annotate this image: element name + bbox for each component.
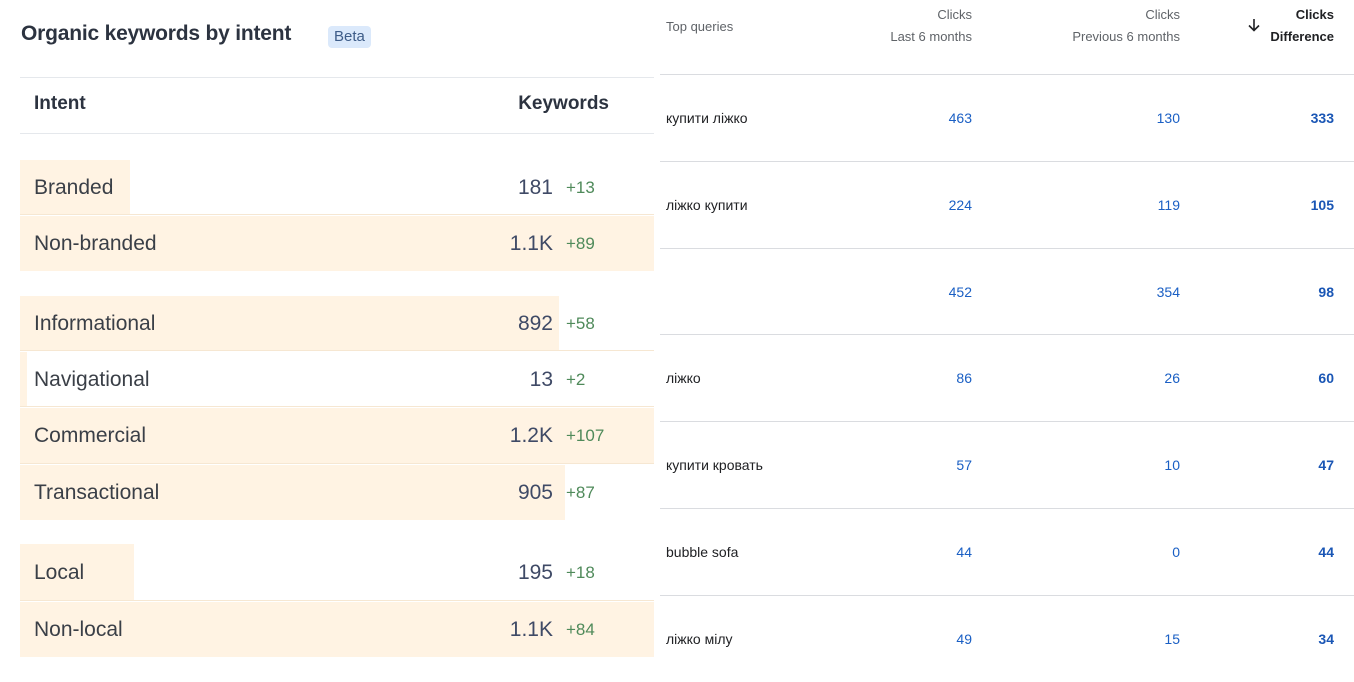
intent-label: Local [34, 560, 85, 584]
query-text[interactable]: ліжко мілу [666, 631, 733, 647]
clicks-difference: 47 [1318, 457, 1334, 473]
header-line: Clicks [937, 7, 972, 22]
query-text[interactable]: bubble sofa [666, 544, 738, 560]
row-divider [20, 600, 654, 601]
column-header-clicks-previous-6-months[interactable]: Clicks Previous 6 months [1072, 4, 1180, 48]
intent-label: Non-branded [34, 231, 157, 255]
header-line: Clicks [1145, 7, 1180, 22]
arrow-down-icon[interactable] [1247, 17, 1261, 33]
column-header-top-queries[interactable]: Top queries [666, 19, 733, 34]
keyword-count[interactable]: 892 [518, 312, 553, 336]
intent-row-transactional[interactable]: Transactional 905 +87 [20, 465, 654, 520]
table-row[interactable]: 452 354 98 [660, 249, 1354, 334]
divider [20, 77, 654, 78]
column-header-intent[interactable]: Intent [34, 93, 86, 115]
clicks-last-6-months: 463 [948, 110, 972, 126]
table-row[interactable]: купити кровать 57 10 47 [660, 422, 1354, 508]
keyword-delta: +18 [566, 562, 595, 582]
table-row[interactable]: bubble sofa 44 0 44 [660, 509, 1354, 595]
beta-badge: Beta [328, 26, 371, 48]
clicks-previous-6-months: 15 [1164, 631, 1180, 647]
clicks-previous-6-months: 354 [1156, 283, 1180, 300]
clicks-last-6-months: 86 [956, 370, 972, 386]
column-header-clicks-last-6-months[interactable]: Clicks Last 6 months [890, 4, 972, 48]
table-row[interactable]: ліжко мілу 49 15 34 [660, 596, 1354, 682]
keyword-delta: +2 [566, 369, 586, 389]
row-divider [20, 350, 654, 351]
intent-row-local[interactable]: Local 195 +18 [20, 544, 654, 601]
intent-row-informational[interactable]: Informational 892 +58 [20, 296, 654, 351]
clicks-difference: 333 [1310, 110, 1334, 126]
clicks-last-6-months: 49 [956, 631, 972, 647]
clicks-difference: 44 [1318, 544, 1334, 560]
query-text[interactable]: ліжко купити [666, 197, 748, 213]
clicks-last-6-months: 57 [956, 457, 972, 473]
row-divider [20, 463, 654, 464]
clicks-previous-6-months: 0 [1172, 544, 1180, 560]
intent-row-non-local[interactable]: Non-local 1.1K +84 [20, 602, 654, 657]
keyword-count[interactable]: 181 [518, 176, 553, 200]
clicks-difference: 34 [1318, 631, 1334, 647]
keyword-delta: +107 [566, 426, 605, 445]
row-divider [20, 406, 654, 407]
divider [20, 133, 654, 134]
column-header-keywords[interactable]: Keywords [518, 93, 609, 115]
intent-panel: Organic keywords by intent Beta Intent K… [0, 0, 660, 676]
intent-label: Transactional [34, 480, 160, 504]
keyword-count[interactable]: 1.1K [510, 232, 553, 256]
intent-row-branded[interactable]: Branded 181 +13 [20, 160, 654, 215]
clicks-last-6-months: 224 [948, 197, 972, 213]
clicks-difference: 98 [1318, 283, 1334, 300]
query-text[interactable]: купити ліжко [666, 110, 748, 126]
queries-table: Top queries Clicks Last 6 months Clicks … [660, 0, 1354, 676]
intent-label: Commercial [34, 424, 147, 447]
header-line: Clicks [1295, 7, 1334, 22]
column-header-clicks-difference[interactable]: Clicks Difference [1270, 4, 1334, 48]
intent-row-navigational[interactable]: Navigational 13 +2 [20, 352, 654, 407]
intent-label: Navigational [34, 367, 150, 391]
intent-label: Branded [34, 175, 114, 199]
clicks-previous-6-months: 119 [1157, 197, 1180, 213]
clicks-previous-6-months: 26 [1164, 370, 1180, 386]
keyword-count[interactable]: 195 [518, 561, 553, 585]
clicks-difference: 105 [1310, 197, 1334, 213]
row-divider [20, 214, 654, 215]
header-line: Previous 6 months [1072, 29, 1180, 44]
clicks-difference: 60 [1318, 370, 1334, 386]
keyword-delta: +58 [566, 313, 595, 333]
query-text[interactable]: ліжко [666, 370, 701, 386]
clicks-last-6-months: 44 [956, 544, 972, 560]
header-line: Last 6 months [890, 29, 972, 44]
clicks-previous-6-months: 10 [1164, 457, 1180, 473]
clicks-previous-6-months: 130 [1156, 110, 1180, 126]
intent-label: Informational [34, 311, 156, 335]
keyword-count[interactable]: 13 [530, 368, 553, 392]
intent-label: Non-local [34, 617, 123, 641]
panel-title: Organic keywords by intent [21, 22, 292, 45]
header-line: Difference [1270, 29, 1334, 44]
keyword-count[interactable]: 1.2K [510, 424, 553, 448]
keyword-count[interactable]: 905 [518, 481, 553, 505]
query-text[interactable]: купити кровать [666, 457, 763, 473]
clicks-last-6-months: 452 [948, 283, 972, 300]
intent-bar [20, 352, 27, 407]
table-row[interactable]: купити ліжко 463 130 333 [660, 75, 1354, 161]
intent-row-commercial[interactable]: Commercial 1.2K +107 [20, 408, 654, 464]
keyword-delta: +87 [566, 482, 595, 502]
intent-row-non-branded[interactable]: Non-branded 1.1K +89 [20, 216, 654, 271]
keyword-delta: +13 [566, 177, 595, 197]
table-row[interactable]: ліжко купити 224 119 105 [660, 162, 1354, 248]
table-row[interactable]: ліжко 86 26 60 [660, 335, 1354, 421]
keyword-count[interactable]: 1.1K [510, 618, 553, 642]
keyword-delta: +89 [566, 233, 595, 253]
keyword-delta: +84 [566, 619, 595, 639]
